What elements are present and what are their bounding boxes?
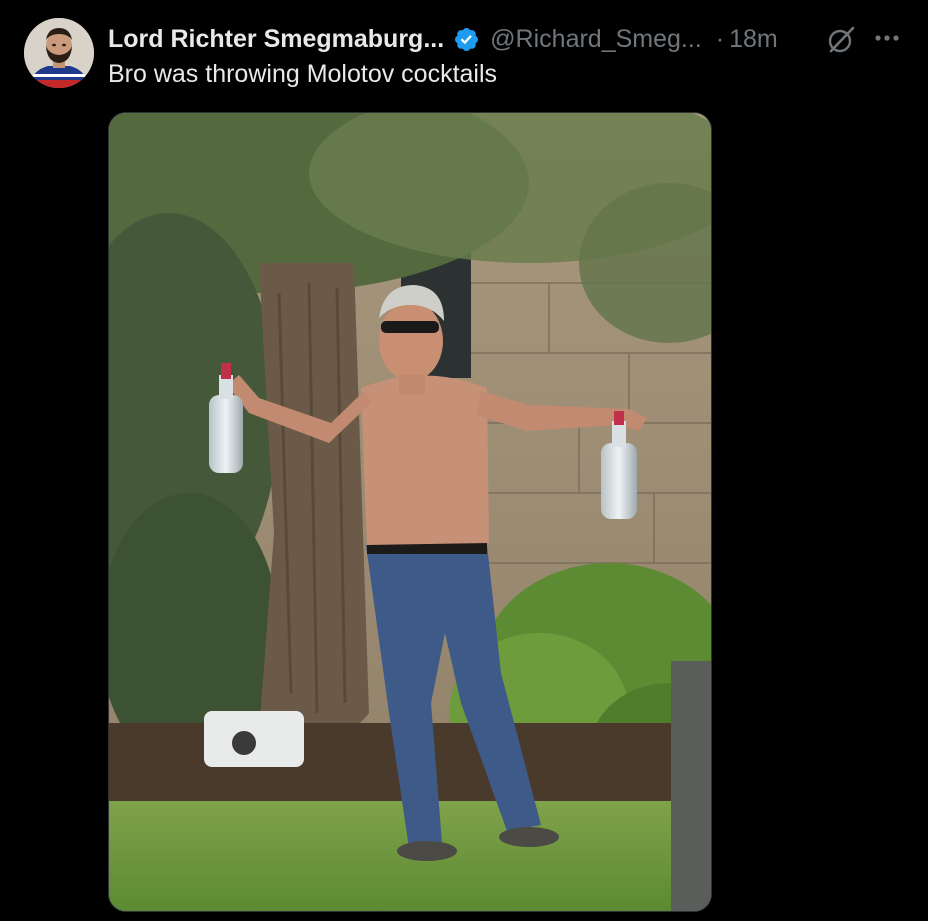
author-handle[interactable]: @Richard_Smeg... <box>490 25 702 54</box>
author-display-name[interactable]: Lord Richter Smegmaburg... <box>108 25 444 54</box>
tweet[interactable]: Lord Richter Smegmaburg... @Richard_Smeg… <box>0 0 928 921</box>
grok-icon[interactable] <box>824 24 856 61</box>
tweet-header: Lord Richter Smegmaburg... @Richard_Smeg… <box>108 22 778 56</box>
more-icon[interactable] <box>872 24 904 61</box>
verified-badge-icon[interactable] <box>453 26 480 53</box>
header-separator: · <box>715 24 725 53</box>
tweet-photo[interactable] <box>108 112 712 912</box>
timestamp[interactable]: 18m <box>729 25 778 54</box>
tweet-text: Bro was throwing Molotov cocktails <box>108 60 498 88</box>
avatar[interactable] <box>24 18 94 88</box>
